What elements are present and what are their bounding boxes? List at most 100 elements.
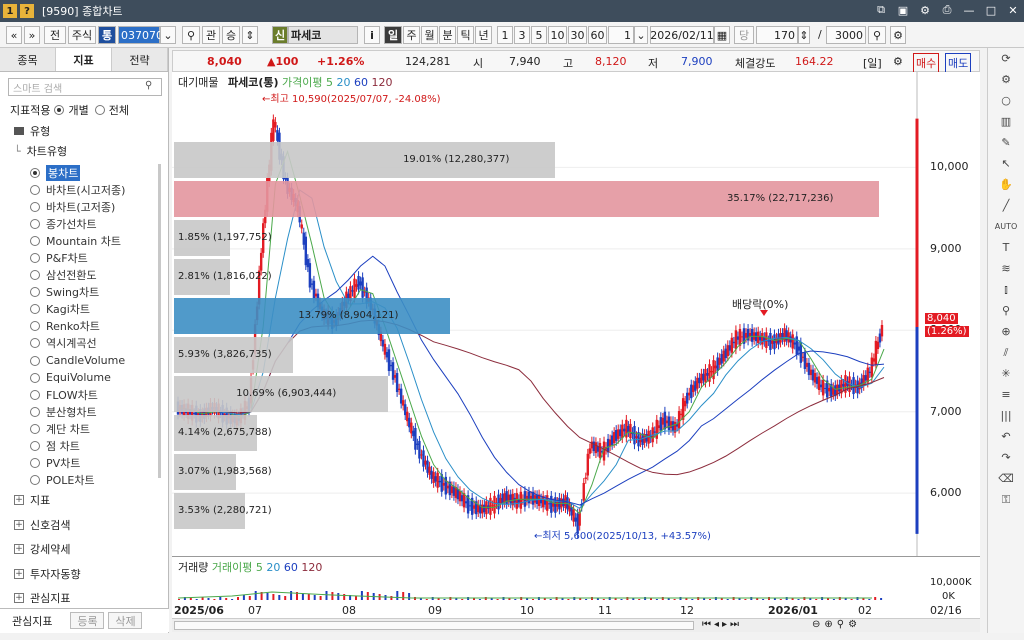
buy-button[interactable]: 매수	[913, 53, 940, 73]
chart-area[interactable]: 대기매물 파세코(통) 가격이평 5 20 60 120 ←최고 10,590(…	[172, 72, 980, 632]
tab-week[interactable]: 주	[403, 26, 420, 44]
chart-type-item[interactable]: EquiVolume	[0, 369, 160, 386]
chart-type-item[interactable]: CandleVolume	[0, 352, 160, 369]
chart-type-radio[interactable]	[30, 235, 40, 246]
lock-icon[interactable]: ⚿	[988, 489, 1024, 510]
search-icon[interactable]: ⚲	[145, 80, 159, 94]
hand-icon[interactable]: ✋	[988, 174, 1024, 195]
indicator-group[interactable]: + 투자자동향	[0, 562, 169, 587]
chart-type-radio[interactable]	[30, 321, 40, 332]
text-icon[interactable]: T	[988, 237, 1024, 258]
jeon-button[interactable]: 전	[44, 26, 66, 44]
chart-type-item[interactable]: 바차트(시고저종)	[0, 181, 160, 198]
chart-type-radio[interactable]	[30, 201, 40, 212]
tab-month[interactable]: 월	[421, 26, 438, 44]
tab-tick[interactable]: 틱	[457, 26, 474, 44]
chart-type-header[interactable]: └ 차트유형	[0, 142, 168, 160]
chart-type-item[interactable]: Swing차트	[0, 284, 160, 301]
interval-5[interactable]: 5	[531, 26, 547, 44]
tab-strategy[interactable]: 전략	[112, 48, 168, 71]
register-button[interactable]: 등록	[70, 612, 105, 629]
chart-type-radio[interactable]	[30, 184, 40, 195]
interval-3[interactable]: 3	[514, 26, 530, 44]
settings-icon[interactable]: ⚙	[890, 26, 906, 44]
expand-icon[interactable]: +	[14, 544, 24, 555]
chart-type-radio[interactable]	[30, 406, 40, 417]
smart-search-input[interactable]: 스마트 검색 ⚲	[8, 78, 162, 96]
gear-icon[interactable]: ⚙	[988, 69, 1024, 90]
chart-type-item[interactable]: 종가선차트	[0, 215, 160, 232]
erase-icon[interactable]: ⌫	[988, 468, 1024, 489]
help-icon[interactable]: ?	[20, 4, 34, 18]
interval-60[interactable]: 60	[588, 26, 607, 44]
chart-type-item[interactable]: 봉차트	[0, 164, 160, 181]
chart-type-item[interactable]: P&F차트	[0, 249, 160, 266]
chart-type-item[interactable]: 바차트(고저종)	[0, 198, 160, 215]
interval-30[interactable]: 30	[568, 26, 587, 44]
sell-button[interactable]: 매도	[945, 53, 972, 73]
tab-minute[interactable]: 분	[439, 26, 456, 44]
nav-back-button[interactable]: «	[6, 26, 22, 44]
circle-icon[interactable]: ○	[988, 90, 1024, 111]
stock-code-input[interactable]: 037070	[118, 26, 163, 44]
chart-type-item[interactable]: POLE차트	[0, 472, 160, 486]
pointer-icon[interactable]: ↖	[988, 153, 1024, 174]
chart-type-item[interactable]: 계단 차트	[0, 420, 160, 437]
spinner-icon[interactable]: ⇕	[242, 26, 258, 44]
zoom-icon[interactable]: ⚲	[868, 26, 886, 44]
level-icon[interactable]: ≡	[988, 384, 1024, 405]
minimize-icon[interactable]: —	[962, 3, 976, 17]
current-toggle[interactable]: 당	[734, 26, 754, 44]
chart-type-radio[interactable]	[30, 287, 40, 298]
chart-type-item[interactable]: Mountain 차트	[0, 232, 160, 249]
tab-year[interactable]: 년	[475, 26, 492, 44]
chart-type-radio[interactable]	[30, 218, 40, 229]
apply-individual-radio[interactable]	[54, 105, 65, 115]
mode-settings-icon[interactable]: ⚙	[893, 55, 903, 68]
count-spinner-icon[interactable]: ⇕	[798, 26, 810, 44]
chart-scrollbar[interactable]: ⏮◂▸⏭ ⊖⊕⚲⚙	[172, 618, 980, 632]
calendar-icon[interactable]: ▦	[714, 26, 730, 44]
indicator-group[interactable]: + 관심지표	[0, 586, 169, 611]
close-icon[interactable]: ✕	[1006, 3, 1020, 17]
expand-icon[interactable]: +	[14, 519, 24, 530]
market-select[interactable]: 주식	[68, 26, 96, 44]
chart-type-item[interactable]: 분산형차트	[0, 403, 160, 420]
chart-type-radio[interactable]	[30, 475, 40, 486]
tong-button[interactable]: 통	[98, 26, 116, 44]
expand-icon[interactable]: +	[14, 593, 24, 604]
zoom-controls[interactable]: ⊖⊕⚲⚙	[812, 619, 861, 630]
print-icon[interactable]: ⎙	[940, 3, 954, 17]
chart-type-item[interactable]: Kagi차트	[0, 301, 160, 318]
gann-icon[interactable]: ✳	[988, 363, 1024, 384]
compare-button[interactable]: 승	[222, 26, 240, 44]
related-button[interactable]: 관	[202, 26, 220, 44]
indicator-group[interactable]: + 신호검색	[0, 513, 169, 538]
chart-type-radio[interactable]	[30, 304, 40, 315]
interval-10[interactable]: 10	[548, 26, 567, 44]
step-input[interactable]: 1	[608, 26, 634, 44]
save-icon[interactable]: ▣	[896, 3, 910, 17]
chart-type-radio[interactable]	[30, 338, 40, 349]
chart-type-item[interactable]: 역시계곡선	[0, 335, 160, 352]
delete-button[interactable]: 삭제	[108, 612, 143, 629]
chart-type-radio[interactable]	[30, 253, 40, 264]
expand-icon[interactable]: +	[14, 495, 24, 506]
chart-type-radio[interactable]	[30, 458, 40, 469]
chart-type-item[interactable]: PV차트	[0, 455, 160, 472]
link-icon[interactable]: ⧉	[874, 3, 888, 17]
expand-icon[interactable]: +	[14, 568, 24, 579]
chart-type-item[interactable]: FLOW차트	[0, 386, 160, 403]
bar-icon[interactable]: ▥	[988, 111, 1024, 132]
chart-type-radio[interactable]	[30, 167, 40, 178]
nav-forward-button[interactable]: »	[24, 26, 40, 44]
magnifier-icon[interactable]: ⚲	[988, 300, 1024, 321]
chart-type-item[interactable]: 점 차트	[0, 438, 160, 455]
maximize-icon[interactable]: □	[984, 3, 998, 17]
chart-type-radio[interactable]	[30, 441, 40, 452]
total-input[interactable]: 3000	[826, 26, 866, 44]
info-button[interactable]: i	[364, 26, 380, 44]
scroll-controls[interactable]: ⏮◂▸⏭	[702, 619, 742, 630]
count-input[interactable]: 170	[756, 26, 798, 44]
chart-type-item[interactable]: 삼선전환도	[0, 267, 160, 284]
